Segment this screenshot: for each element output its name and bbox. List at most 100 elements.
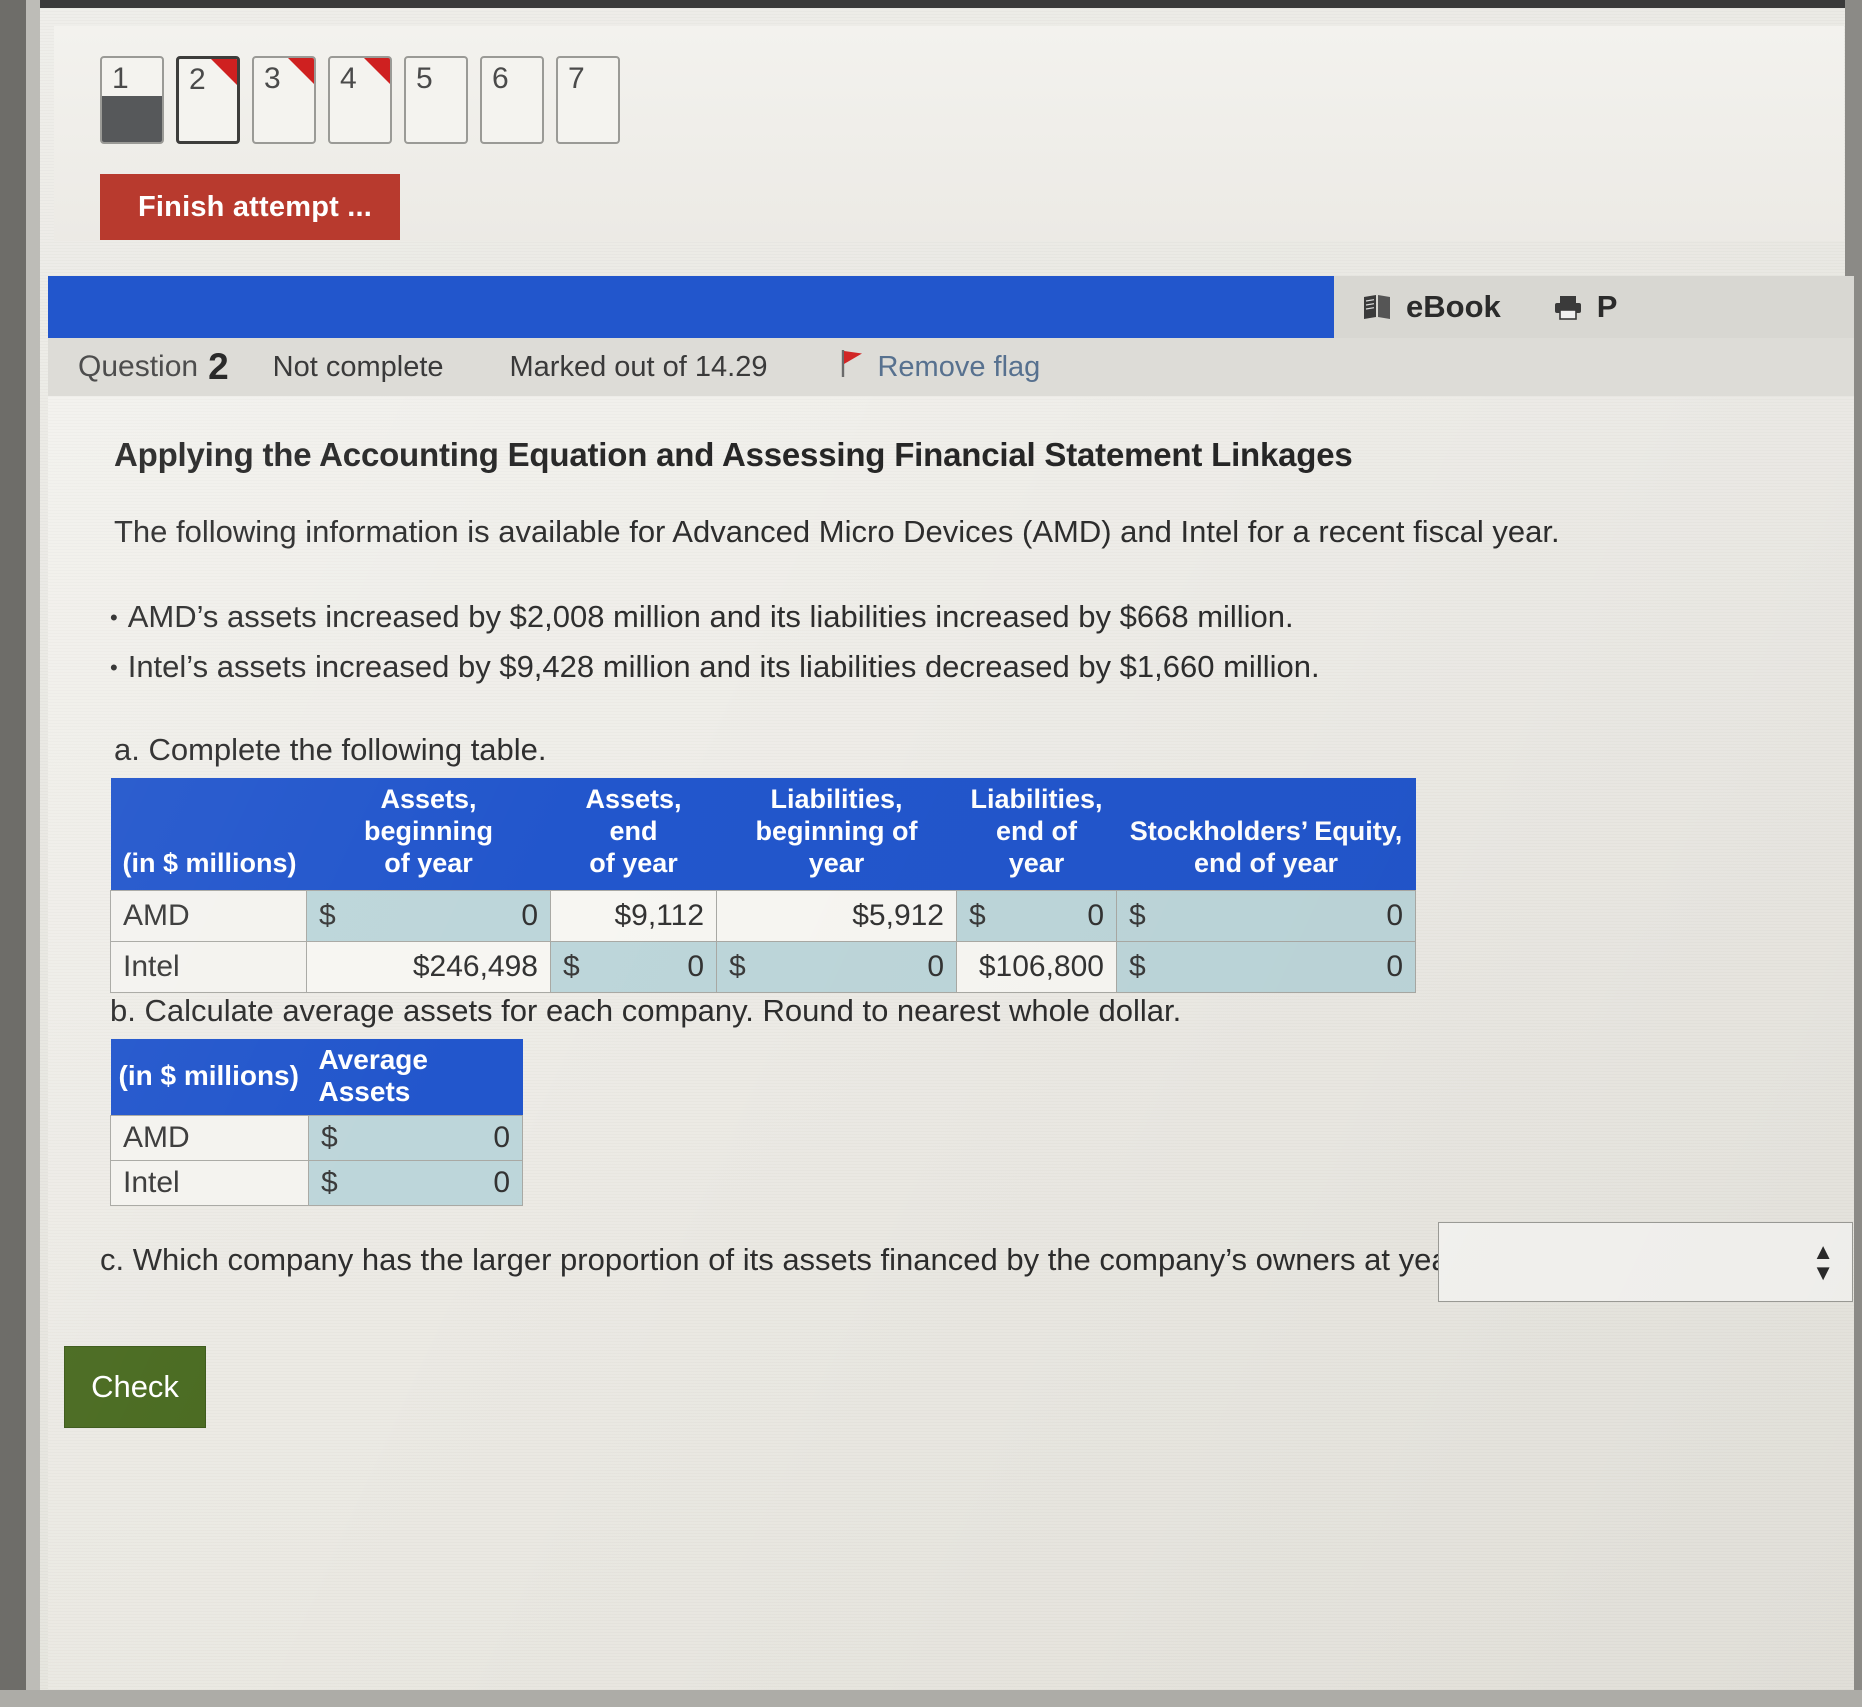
question-bullet-1: AMD’s assets increased by $2,008 million… — [110, 599, 1320, 635]
table-header-row: (in $ millions) Assets, beginning of year A… — [110, 778, 1416, 891]
intel-col1-value: $246,498 — [306, 940, 551, 993]
avg-intel-input[interactable]: $0 — [308, 1160, 523, 1206]
column-header-1: Assets, beginning of year — [306, 778, 551, 891]
finish-attempt-button[interactable]: Finish attempt ... — [100, 174, 400, 240]
currency-prefix: $ — [321, 1121, 338, 1154]
row-label-intel: Intel — [110, 940, 307, 993]
question-marks: Marked out of 14.29 — [509, 350, 768, 383]
avg-amd-input[interactable]: $0 — [308, 1115, 523, 1161]
flag-corner-icon — [288, 58, 314, 84]
printer-icon — [1553, 294, 1583, 320]
average-table-head: (in $ millions) Average Assets — [110, 1039, 523, 1116]
photo-edge-top — [0, 0, 1862, 8]
question-meta-row: Question 2 Not complete Marked out of 14… — [48, 338, 1854, 396]
question-nav-button-1[interactable]: 1 — [100, 56, 164, 144]
question-body: Applying the Accounting Equation and Ass… — [48, 396, 1854, 1690]
question-number: 2 — [208, 346, 229, 387]
question-nav-number: 4 — [340, 62, 357, 95]
updown-arrows-icon: ▲ ▼ — [1812, 1238, 1834, 1285]
remove-flag-button[interactable]: Remove flag — [839, 348, 1040, 386]
avg-row-label-intel: Intel — [110, 1160, 309, 1206]
cell-value: 0 — [687, 949, 704, 983]
print-label: P — [1596, 289, 1618, 324]
question-nav-number: 3 — [264, 62, 281, 95]
book-icon — [1362, 294, 1392, 320]
column-header-2: Assets, end of year — [550, 778, 717, 891]
column-header-line: Stockholders’ Equity, — [1129, 815, 1403, 846]
intel-col3-input[interactable]: $0 — [716, 940, 957, 993]
flag-corner-icon — [211, 59, 237, 85]
cell-value: 0 — [1386, 898, 1403, 932]
cell-value: 0 — [1087, 898, 1104, 932]
column-header-3: Liabilities, beginning of year — [716, 778, 957, 891]
screenshot-page: 1 2 3 4 5 6 7 Finish attempt ... eBook P Quest… — [0, 0, 1862, 1707]
photo-edge-left — [0, 0, 26, 1707]
cell-value: 0 — [1386, 949, 1403, 983]
question-nav-button-3[interactable]: 3 — [252, 56, 316, 144]
column-header-line: of year — [589, 847, 678, 878]
column-header-line — [123, 816, 299, 848]
intel-col2-input[interactable]: $0 — [550, 940, 717, 993]
question-state: Not complete — [272, 350, 444, 383]
column-header-5: Stockholders’ Equity, end of year — [1116, 778, 1416, 891]
question-nav-button-6[interactable]: 6 — [480, 56, 544, 144]
column-header-line: Liabilities, — [970, 784, 1103, 814]
ebook-button[interactable]: eBook — [1362, 289, 1501, 325]
amd-col3-value: $5,912 — [716, 889, 957, 942]
amd-col4-input[interactable]: $0 — [956, 889, 1117, 942]
cell-value: 0 — [521, 898, 538, 932]
amd-col1-input[interactable]: $0 — [306, 889, 551, 942]
question-title: Applying the Accounting Equation and Ass… — [114, 436, 1353, 473]
table-row: AMD $0 $9,112 $5,912 $0 $0 — [110, 889, 1416, 942]
question-nav-number: 1 — [112, 62, 129, 95]
question-nav-button-4[interactable]: 4 — [328, 56, 392, 144]
question-bullets: AMD’s assets increased by $2,008 million… — [110, 599, 1320, 699]
red-flag-icon — [839, 348, 865, 386]
photo-edge-bottom — [0, 1690, 1862, 1707]
question-word-label: Question — [78, 350, 199, 383]
average-assets-table: (in $ millions) Average Assets AMD $0 Intel… — [110, 1039, 523, 1206]
part-c-dropdown[interactable]: ▲ ▼ — [1438, 1222, 1853, 1302]
column-header-line: end of year — [1193, 847, 1339, 878]
question-nav-number: 6 — [492, 62, 509, 95]
intel-col5-input[interactable]: $0 — [1116, 940, 1416, 993]
table-row: Intel $0 — [110, 1160, 523, 1206]
remove-flag-label: Remove flag — [877, 350, 1041, 383]
cell-value: 0 — [493, 1121, 510, 1154]
column-header-line: Liabilities, — [770, 784, 903, 814]
amd-col2-value: $9,112 — [550, 889, 717, 942]
accounting-table-body: AMD $0 $9,112 $5,912 $0 $0 Intel $246,498 $0 $0 $1… — [110, 889, 1416, 993]
column-header-line: end of year — [996, 815, 1077, 878]
currency-prefix: $ — [729, 949, 746, 983]
print-button[interactable]: P — [1553, 289, 1618, 325]
question-number-nav: 1 2 3 4 5 6 7 — [100, 56, 620, 144]
check-button[interactable]: Check — [64, 1346, 206, 1428]
avg-row-label-amd: AMD — [110, 1115, 309, 1161]
question-nav-number: 5 — [416, 62, 433, 95]
table-header-row: (in $ millions) Average Assets — [110, 1039, 523, 1116]
ebook-label: eBook — [1406, 289, 1501, 324]
accounting-equation-table: (in $ millions) Assets, beginning of year A… — [110, 778, 1416, 993]
part-c-label: c. Which company has the larger proporti… — [100, 1242, 1539, 1277]
avg-column-header-1: Average Assets — [308, 1039, 523, 1116]
column-header-line: Assets, end — [585, 784, 682, 846]
amd-col5-input[interactable]: $0 — [1116, 889, 1416, 942]
table-row: AMD $0 — [110, 1115, 523, 1161]
column-header-4: Liabilities, end of year — [956, 778, 1117, 891]
intel-col4-value: $106,800 — [956, 940, 1117, 993]
currency-prefix: $ — [1129, 949, 1146, 983]
question-nav-number: 7 — [568, 62, 585, 95]
question-nav-button-2[interactable]: 2 — [176, 56, 240, 144]
question-nav-button-7[interactable]: 7 — [556, 56, 620, 144]
quiz-page-content: 1 2 3 4 5 6 7 Finish attempt ... eBook P Quest… — [40, 8, 1854, 1690]
avg-column-header-0: (in $ millions) — [110, 1039, 309, 1116]
column-header-line: (in $ millions) — [122, 847, 297, 878]
answered-indicator — [102, 96, 162, 142]
average-table-body: AMD $0 Intel $0 — [110, 1115, 523, 1206]
currency-prefix: $ — [319, 898, 336, 932]
quiz-header-bar — [48, 276, 1334, 338]
part-a-label: a. Complete the following table. — [114, 732, 547, 767]
question-nav-button-5[interactable]: 5 — [404, 56, 468, 144]
row-label-amd: AMD — [110, 889, 307, 942]
question-nav-number: 2 — [189, 63, 206, 96]
